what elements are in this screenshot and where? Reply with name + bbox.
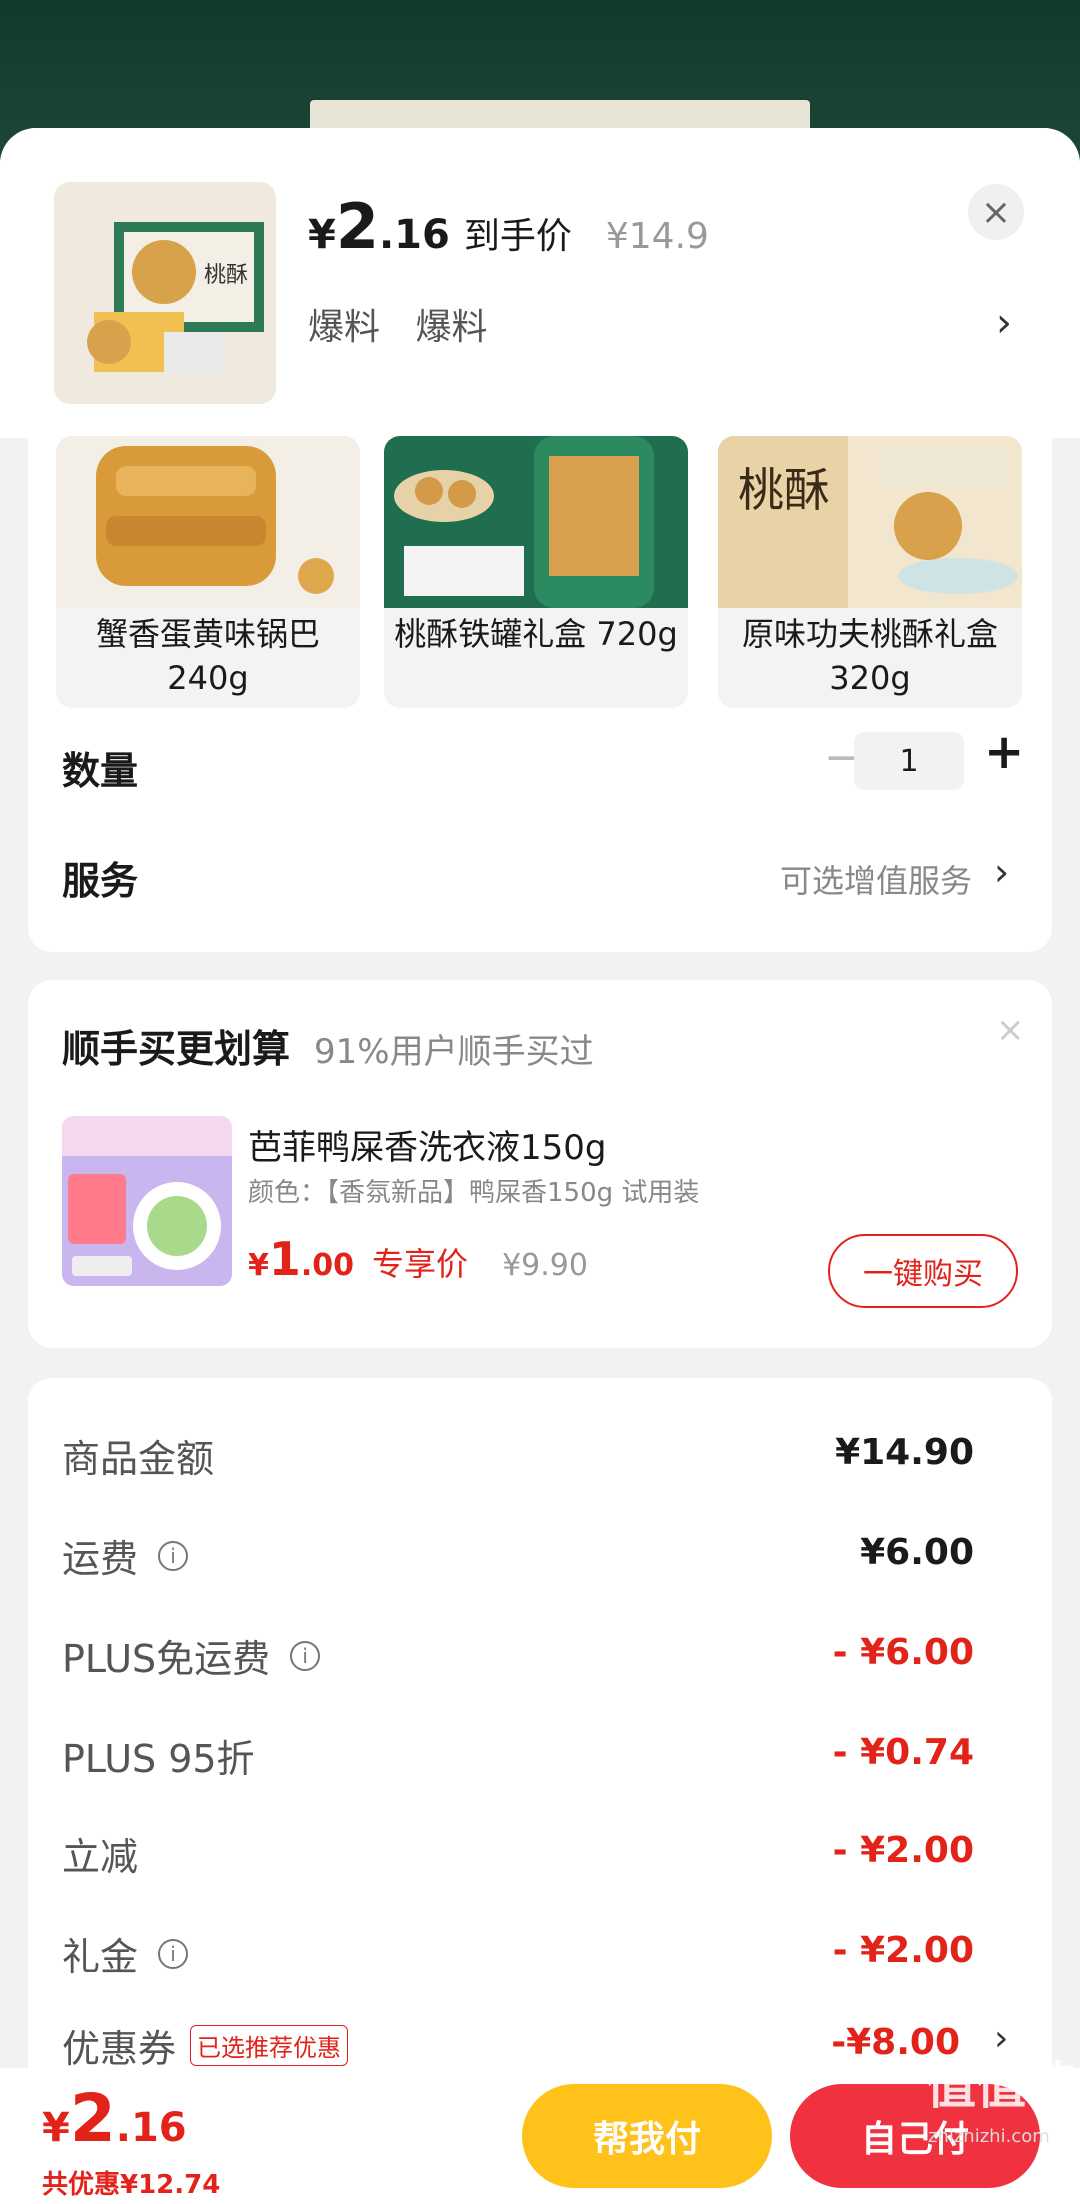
summary-value: - ¥0.74 [832,1732,974,1773]
summary-row: 商品金额 ¥14.90 [28,1428,1052,1488]
quantity-label: 数量 [62,749,139,793]
price-decimal: .16 [378,212,450,258]
summary-label: PLUS 95折 [62,1737,255,1781]
bundle-card: 顺手买更划算 91%用户顺手买过 × 芭菲鸭屎香洗衣液150g 颜色：【香氛新品… [28,980,1052,1348]
watermark-site: zhizhizhi.com [928,2126,1050,2147]
bundle-price-decimal: .00 [300,1248,355,1283]
watermark-text: 值值值 [926,2057,1076,2115]
coupon-badge: 已选推荐优惠 [190,2025,349,2066]
svg-text:桃酥: 桃酥 [204,263,248,288]
price-line: ¥ 2 .16 到手价 ¥14.9 [308,190,709,263]
promo-tags[interactable]: 爆料 爆料 [308,298,511,350]
svg-text:桃酥: 桃酥 [738,463,830,517]
variant-image: 桃酥 [718,436,1022,608]
summary-row: 礼金 i - ¥2.00 [28,1926,1052,1986]
service-value[interactable]: 可选增值服务 [780,856,972,902]
summary-value: - ¥2.00 [832,1930,974,1971]
price-integer: 2 [335,190,379,263]
original-price: ¥14.9 [605,216,709,257]
summary-label: PLUS免运费 i [62,1628,321,1683]
price-currency: ¥ [308,212,336,258]
promo-tag: 爆料 [415,307,488,348]
summary-row: 立减 - ¥2.00 [28,1826,1052,1886]
bundle-product-name[interactable]: 芭菲鸭屎香洗衣液150g [248,1120,606,1169]
bundle-product-spec: 颜色：【香氛新品】鸭屎香150g 试用装 [248,1178,700,1208]
product-thumbnail: 桃酥 [54,182,276,404]
quantity-increase-button[interactable]: + [984,724,1024,780]
bundle-subtitle: 91%用户顺手买过 [314,1032,594,1072]
quantity-input[interactable]: 1 [854,732,964,790]
chevron-right-icon[interactable]: › [996,300,1012,346]
variant-image [384,436,688,608]
service-label: 服务 [62,859,139,903]
watermark: 值值值 zhizhizhi.com [926,2040,1076,2200]
variant-option[interactable]: 桃酥 原味功夫桃酥礼盒 320g [718,436,1022,708]
summary-value: - ¥6.00 [832,1632,974,1673]
bundle-price: ¥ 1 .00 专享价 ¥9.90 [248,1232,588,1286]
chevron-right-icon[interactable]: › [994,850,1009,894]
summary-value: - ¥2.00 [832,1830,974,1871]
promo-tag: 爆料 [308,307,381,348]
total-price: ¥ 2 .16 [42,2080,187,2157]
total-integer: 2 [69,2080,116,2157]
options-card: 蟹香蛋黄味锅巴 240g 桃酥铁罐礼盒 720g 桃酥 原味功夫桃酥礼盒 320… [28,424,1052,952]
bundle-price-currency: ¥ [248,1248,269,1283]
checkout-bar: ¥ 2 .16 共优惠¥12.74 帮我付 自己付 [0,2068,1080,2204]
summary-label: 商品金额 [62,1437,215,1481]
price-tag: 到手价 [463,216,572,257]
variant-label: 原味功夫桃酥礼盒 320g [741,615,998,697]
help-me-pay-button[interactable]: 帮我付 [522,2084,772,2188]
summary-row: PLUS 95折 - ¥0.74 [28,1728,1052,1788]
summary-value: ¥14.90 [835,1432,974,1473]
coupon-label: 优惠券 已选推荐优惠 [62,2018,349,2073]
bundle-price-tag: 专享价 [372,1245,469,1283]
bundle-title: 顺手买更划算 [62,1027,291,1071]
purchase-sheet: 桃酥 ¥ 2 .16 到手价 ¥14.9 爆料 爆料 × › 蟹香蛋黄味锅巴 2… [0,128,1080,2204]
variant-image [56,436,360,608]
summary-label: 立减 [62,1835,139,1879]
variant-option[interactable]: 桃酥铁罐礼盒 720g [384,436,688,708]
total-currency: ¥ [42,2105,70,2151]
sheet-header: 桃酥 ¥ 2 .16 到手价 ¥14.9 爆料 爆料 × › [0,128,1080,438]
bundle-original-price: ¥9.90 [502,1248,588,1283]
close-icon[interactable]: × [968,184,1024,240]
summary-label: 礼金 i [62,1926,189,1981]
variant-option[interactable]: 蟹香蛋黄味锅巴 240g [56,436,360,708]
variant-label: 蟹香蛋黄味锅巴 240g [95,615,320,697]
info-icon[interactable]: i [158,1938,189,1969]
info-icon[interactable]: i [158,1540,189,1571]
price-summary-card: 商品金额 ¥14.90 运费 i ¥6.00 PLUS免运费 i - ¥6.00 P… [28,1378,1052,2138]
bundle-price-integer: 1 [268,1232,301,1286]
close-icon[interactable]: × [996,1010,1025,1050]
total-decimal: .16 [115,2105,187,2151]
bundle-product-image[interactable] [62,1116,232,1286]
summary-value: ¥6.00 [860,1532,974,1573]
one-click-buy-button[interactable]: 一键购买 [828,1234,1018,1308]
summary-row: PLUS免运费 i - ¥6.00 [28,1628,1052,1688]
variant-label: 桃酥铁罐礼盒 720g [394,615,678,653]
total-saved: 共优惠¥12.74 [42,2170,221,2200]
summary-label: 运费 i [62,1528,189,1583]
info-icon[interactable]: i [290,1640,321,1671]
summary-row: 运费 i ¥6.00 [28,1528,1052,1588]
